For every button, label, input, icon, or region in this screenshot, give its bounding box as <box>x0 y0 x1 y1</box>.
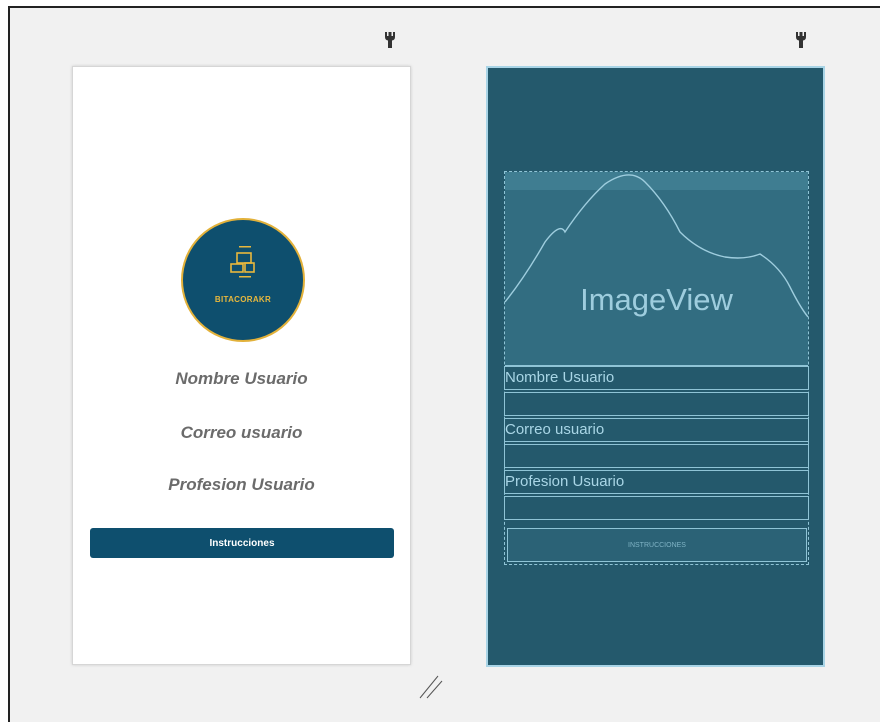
logo-text: BITACORAKR <box>214 295 272 304</box>
user-name-text: Nombre Usuario <box>175 369 308 388</box>
user-profession-text: Profesion Usuario <box>168 475 315 494</box>
blueprint-spacer <box>504 496 809 520</box>
imageview-label: ImageView <box>580 282 733 317</box>
blueprint-instructions-button[interactable]: INSTRUCCIONES <box>507 528 807 562</box>
blueprint-spacer <box>504 392 809 416</box>
blueprint-email-text: Correo usuario <box>505 421 605 438</box>
blueprint-profession-field[interactable]: Profesion Usuario <box>504 470 809 494</box>
blueprint-name-field[interactable]: Nombre Usuario <box>504 366 809 390</box>
blueprint-profession-text: Profesion Usuario <box>505 473 625 490</box>
resize-handle-icon[interactable] <box>418 672 444 700</box>
blueprint-layout-container[interactable]: ImageView Nombre Usuario Correo usuario … <box>504 171 809 565</box>
blueprint-email-field[interactable]: Correo usuario <box>504 418 809 442</box>
blueprint-spacer <box>504 444 809 468</box>
design-preview[interactable]: BITACORAKR Nombre Usuario Correo usuario… <box>72 66 411 665</box>
app-logo: BITACORAKR <box>181 218 305 342</box>
instructions-button[interactable]: Instrucciones <box>90 528 394 558</box>
wrench-icon[interactable] <box>383 31 397 49</box>
wrench-icon[interactable] <box>794 31 808 49</box>
device-icon <box>230 246 255 278</box>
blueprint-imageview[interactable]: ImageView <box>505 172 808 366</box>
blueprint-name-text: Nombre Usuario <box>505 369 615 386</box>
user-email-text: Correo usuario <box>180 423 303 442</box>
blueprint-preview[interactable]: ImageView Nombre Usuario Correo usuario … <box>486 66 825 667</box>
image-placeholder-icon <box>505 172 808 318</box>
